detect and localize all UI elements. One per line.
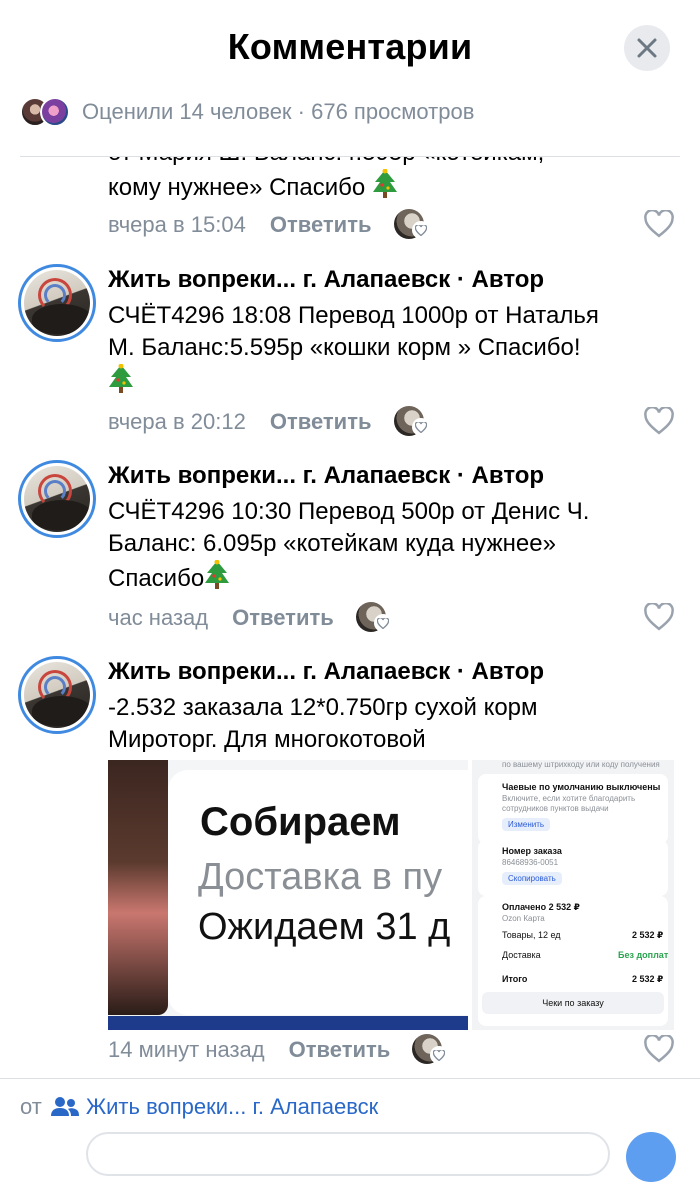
- comment-author[interactable]: Жить вопреки... г. Алапаевск · Автор: [108, 266, 544, 294]
- reply-button[interactable]: Ответить: [270, 212, 372, 238]
- reactor-avatar[interactable]: [412, 1034, 449, 1066]
- author-avatar[interactable]: [18, 656, 96, 734]
- comment-text: СЧЁТ4296 10:30 Перевод 500р от Денис Ч. …: [108, 498, 590, 592]
- modal-header: Комментарии: [0, 0, 700, 100]
- reactor-avatar[interactable]: [393, 209, 430, 241]
- author-avatar[interactable]: [18, 264, 96, 342]
- reactions-summary[interactable]: Оценили 14 человек · 676 просмотров: [20, 95, 474, 129]
- like-heart-icon[interactable]: [644, 1035, 674, 1063]
- comment-composer: от Жить вопреки... г. Алапаевск: [0, 1080, 700, 1182]
- post-as-selector[interactable]: от Жить вопреки... г. Алапаевск: [20, 1094, 378, 1120]
- comment-item: Жить вопреки... г. Алапаевск · Автор СЧЁ…: [0, 460, 700, 656]
- comments-list[interactable]: от Мария Ш. Баланс:4.595р «котейкам, ком…: [0, 157, 700, 1077]
- comment-meta: 14 минут назад Ответить: [108, 1034, 449, 1066]
- page-title: Комментарии: [227, 26, 473, 67]
- like-heart-icon[interactable]: [644, 210, 674, 238]
- christmas-tree-icon: [205, 560, 230, 589]
- comment-author[interactable]: Жить вопреки... г. Алапаевск · Автор: [108, 462, 544, 490]
- comment-author[interactable]: Жить вопреки... г. Алапаевск · Автор: [108, 658, 544, 686]
- attachment-photo[interactable]: по вашему штрихкоду или коду получения Ч…: [472, 760, 674, 1030]
- author-avatar[interactable]: [18, 460, 96, 538]
- heart-icon: [433, 1049, 446, 1061]
- reply-button[interactable]: Ответить: [289, 1037, 391, 1063]
- comment-meta: вчера в 20:12 Ответить: [108, 406, 430, 438]
- stats-text: Оценили 14 человек · 676 просмотров: [82, 99, 475, 124]
- reply-button[interactable]: Ответить: [270, 409, 372, 435]
- users-icon: [50, 1097, 79, 1116]
- comment-time: вчера в 15:04: [108, 212, 246, 237]
- attachment-photo[interactable]: Собираем Доставка в пу Ожидаем 31 д: [108, 760, 468, 1030]
- comment-meta: час назад Ответить: [108, 602, 392, 634]
- close-button[interactable]: [624, 25, 670, 71]
- reply-button[interactable]: Ответить: [232, 605, 334, 631]
- comment-meta: вчера в 15:04 Ответить: [108, 209, 430, 241]
- comment-time: вчера в 20:12: [108, 409, 246, 434]
- christmas-tree-icon: [109, 364, 133, 393]
- avatar: [40, 97, 70, 127]
- comment-item: Жить вопреки... г. Алапаевск · Автор СЧЁ…: [0, 264, 700, 460]
- divider: [0, 1078, 700, 1079]
- reactor-avatar[interactable]: [355, 602, 392, 634]
- reactor-avatar[interactable]: [393, 406, 430, 438]
- heart-icon: [414, 224, 427, 236]
- comment-text: СЧЁТ4296 18:08 Перевод 1000р от Наталья …: [108, 300, 678, 399]
- comment-attachments: Собираем Доставка в пу Ожидаем 31 д по в…: [108, 760, 674, 1030]
- heart-icon: [376, 617, 389, 629]
- like-heart-icon[interactable]: [644, 407, 674, 435]
- like-heart-icon[interactable]: [644, 603, 674, 631]
- comment-text: от Мария Ш. Баланс:4.595р «котейкам, ком…: [108, 157, 678, 204]
- heart-icon: [414, 421, 427, 433]
- comment-text: -2.532 заказала 12*0.750гр сухой корм Ми…: [108, 694, 538, 753]
- group-name: Жить вопреки... г. Алапаевск: [85, 1094, 379, 1119]
- comment-item: от Мария Ш. Баланс:4.595р «котейкам, ком…: [0, 157, 700, 257]
- comment-time: час назад: [108, 605, 209, 630]
- christmas-tree-icon: [372, 169, 397, 198]
- close-icon: [637, 38, 657, 58]
- comment-time: 14 минут назад: [108, 1037, 265, 1062]
- send-button[interactable]: [626, 1132, 676, 1182]
